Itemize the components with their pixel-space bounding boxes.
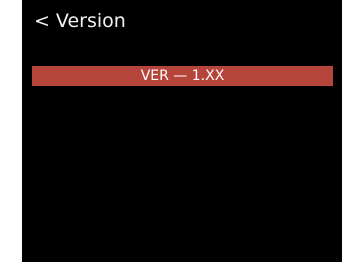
device-screen: < Version VER — 1.XX (22, 0, 342, 262)
version-label: VER — 1.XX (140, 68, 225, 84)
page-title: Version (55, 10, 126, 32)
version-item[interactable]: VER — 1.XX (32, 66, 333, 86)
back-button[interactable]: < Version (34, 6, 126, 36)
back-arrow-icon: < (34, 9, 50, 32)
